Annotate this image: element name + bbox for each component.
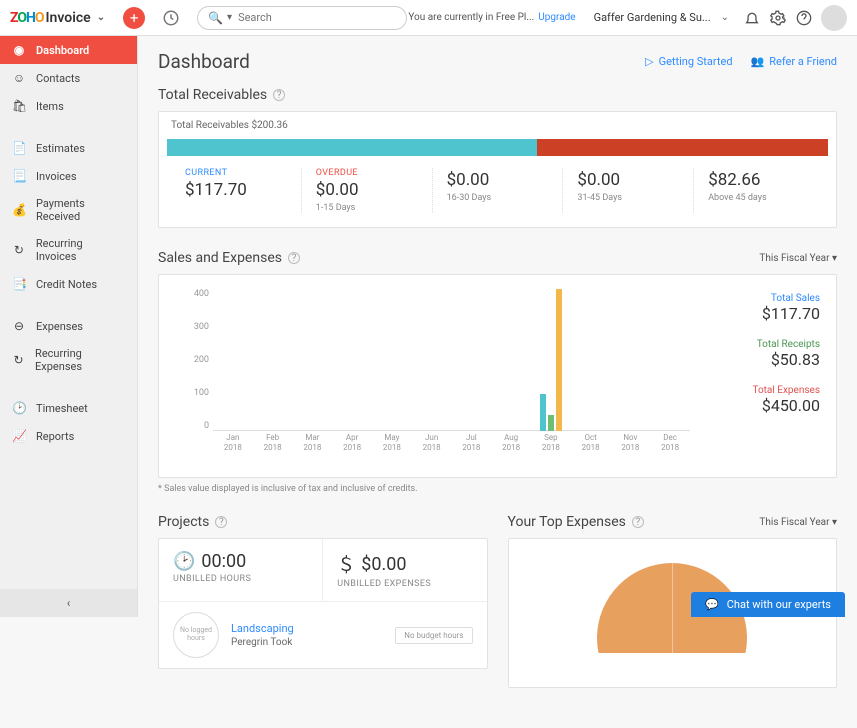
help-button[interactable] [791,5,817,31]
invoices-icon: 📃 [12,169,26,183]
payments-icon: 💰 [12,203,26,217]
sidebar-item-recurring-invoices[interactable]: ↻Recurring Invoices [0,230,137,270]
top-expenses-title: Your Top Expenses? [508,514,644,530]
recurring-icon: ↻ [12,243,26,257]
chat-button[interactable]: 💬Chat with our experts [691,592,845,617]
sidebar-item-credit-notes[interactable]: 📑Credit Notes [0,270,137,298]
sidebar-item-dashboard[interactable]: ◉Dashboard [0,36,137,64]
logged-hours-circle: No logged hours [173,612,219,658]
search-input[interactable] [238,11,396,24]
projects-title: Projects? [158,514,488,530]
contacts-icon: ☺ [12,71,26,85]
fiscal-year-dropdown[interactable]: This Fiscal Year ▾ [759,253,837,264]
sidebar-item-expenses[interactable]: ⊖Expenses [0,312,137,340]
sidebar-item-items[interactable]: 🛍Items [0,92,137,120]
sidebar-item-contacts[interactable]: ☺Contacts [0,64,137,92]
clock-icon: 🕑 [173,551,195,572]
sidebar-item-estimates[interactable]: 📄Estimates [0,134,137,162]
items-icon: 🛍 [12,99,26,113]
receivables-summary: Total Receivables $200.36 [159,112,836,135]
sidebar-collapse-button[interactable]: ‹ [0,589,137,617]
dollar-icon: ＄ [337,551,355,577]
sidebar-item-payments[interactable]: 💰Payments Received [0,190,137,230]
top-expenses-fiscal-dropdown[interactable]: This Fiscal Year ▾ [759,517,837,528]
help-icon[interactable]: ? [288,252,300,264]
projects-card: 🕑00:00 UNBILLED HOURS ＄$0.00 UNBILLED EX… [158,538,488,669]
sidebar-item-reports[interactable]: 📈Reports [0,422,137,450]
sales-expenses-card: 4003002001000 Jan2018Feb2018Mar2018Apr20… [158,274,837,478]
receivables-card: Total Receivables $200.36 CURRENT $117.7… [158,111,837,228]
receivables-bar [167,139,828,156]
search-icon: 🔍 [208,11,223,25]
sales-expenses-footnote: * Sales value displayed is inclusive of … [158,484,837,494]
sidebar-item-recurring-expenses[interactable]: ↻Recurring Expenses [0,340,137,380]
sidebar-item-invoices[interactable]: 📃Invoices [0,162,137,190]
help-icon[interactable]: ? [632,516,644,528]
sidebar: ◉Dashboard ☺Contacts 🛍Items 📄Estimates 📃… [0,36,138,617]
topbar: ZOHO Invoice ⌄ + 🔍 ▾ You are currently i… [0,0,857,36]
logo[interactable]: ZOHO Invoice ⌄ [10,10,105,26]
receivables-title: Total Receivables? [158,87,837,103]
refer-icon: 👥 [751,55,765,68]
chevron-down-icon: ⌄ [721,12,729,23]
org-switcher[interactable]: Gaffer Gardening & Su...⌄ [594,11,729,24]
notifications-button[interactable] [739,5,765,31]
upgrade-link[interactable]: Upgrade [538,12,575,23]
project-row[interactable]: No logged hours Landscaping Peregrin Too… [159,601,487,668]
current-col: CURRENT $117.70 [171,168,301,213]
help-icon[interactable]: ? [273,89,285,101]
play-icon: ▷ [645,55,653,68]
overdue-col-1: OVERDUE $0.00 1-15 Days [301,168,432,213]
project-name-link[interactable]: Landscaping [231,622,294,635]
zoho-logo-icon: ZOHO [10,10,44,26]
sidebar-item-timesheet[interactable]: 🕑Timesheet [0,394,137,422]
chevron-down-icon: ⌄ [97,12,105,23]
getting-started-link[interactable]: ▷Getting Started [645,55,732,68]
add-button[interactable]: + [123,7,145,29]
overdue-col-3: $0.00 31-45 Days [562,168,693,213]
plan-message: You are currently in Free Pl...Upgrade [408,12,575,23]
credit-notes-icon: 📑 [12,277,26,291]
sales-expenses-title: Sales and Expenses? [158,250,300,266]
search-box[interactable]: 🔍 ▾ [197,6,407,30]
reports-icon: 📈 [12,429,26,443]
overdue-col-4: $82.66 Above 45 days [693,168,824,213]
sales-expenses-chart: 4003002001000 Jan2018Feb2018Mar2018Apr20… [175,289,690,459]
chat-icon: 💬 [705,598,719,611]
timesheet-icon: 🕑 [12,401,26,415]
main-content: Dashboard ▷Getting Started 👥Refer a Frie… [138,36,857,728]
avatar[interactable] [821,5,847,31]
help-icon[interactable]: ? [215,516,227,528]
budget-badge: No budget hours [395,627,472,644]
refer-friend-link[interactable]: 👥Refer a Friend [751,55,837,68]
search-scope-dropdown-icon[interactable]: ▾ [227,12,232,23]
settings-button[interactable] [765,5,791,31]
page-title: Dashboard [158,50,250,73]
recurring-expenses-icon: ↻ [12,353,25,367]
product-name: Invoice [46,10,91,26]
expenses-icon: ⊖ [12,319,26,333]
dashboard-icon: ◉ [12,43,26,57]
overdue-col-2: $0.00 16-30 Days [432,168,563,213]
estimates-icon: 📄 [12,141,26,155]
recent-activity-button[interactable] [159,6,183,30]
